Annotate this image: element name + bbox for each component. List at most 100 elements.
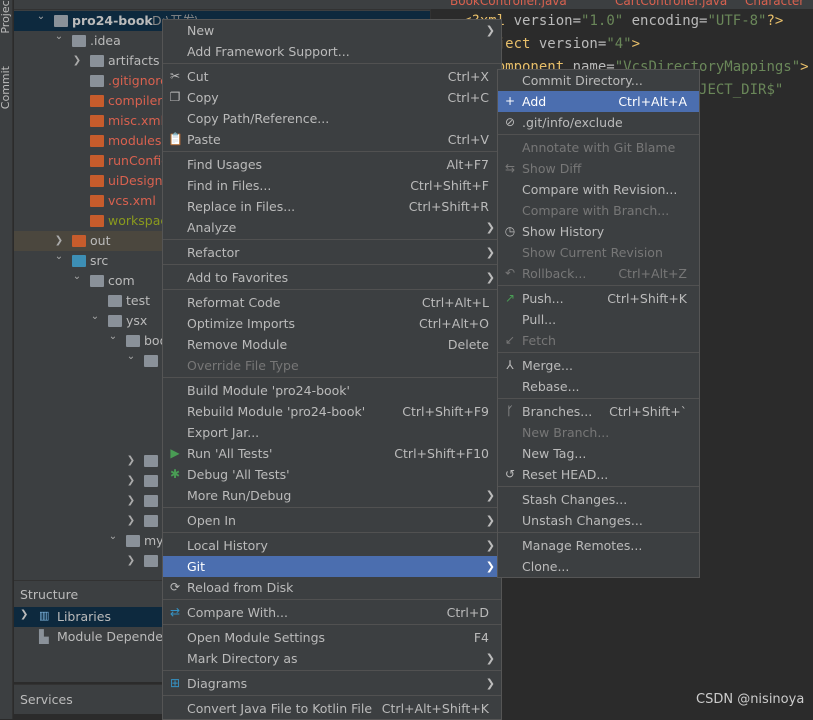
chevron-down-icon[interactable]: ⌄ bbox=[108, 527, 118, 547]
services-title[interactable]: Services bbox=[20, 692, 73, 707]
menu-item-label: Reload from Disk bbox=[187, 580, 294, 595]
menu-item-override-file-type[interactable]: Override File Type bbox=[163, 355, 501, 376]
menu-item-label: Rebuild Module 'pro24-book' bbox=[187, 404, 366, 419]
menu-item-label: Cut bbox=[187, 69, 209, 84]
menu-item-mark-directory-as[interactable]: Mark Directory as ❯ bbox=[163, 648, 501, 669]
menu-item-commit-directory[interactable]: Commit Directory... bbox=[498, 70, 699, 91]
menu-item-label: Run 'All Tests' bbox=[187, 446, 273, 461]
menu-item-convert-java-file-to-kotlin-file[interactable]: Convert Java File to Kotlin File Ctrl+Alt… bbox=[163, 698, 501, 719]
chevron-right-icon[interactable]: ❯ bbox=[72, 51, 82, 71]
menu-item-rebase[interactable]: Rebase... bbox=[498, 376, 699, 397]
menu-item-compare-with-revision[interactable]: Compare with Revision... bbox=[498, 179, 699, 200]
menu-item-clone[interactable]: Clone... bbox=[498, 556, 699, 577]
commit-tool-tab[interactable]: Commit bbox=[0, 66, 12, 109]
structure-item-label: Libraries bbox=[57, 609, 111, 624]
package-icon bbox=[126, 335, 140, 347]
tab-book-controller[interactable]: BookController.java bbox=[450, 0, 567, 8]
menu-item-open-in[interactable]: Open In ❯ bbox=[163, 510, 501, 531]
menu-item-merge[interactable]: ⅄ Merge... bbox=[498, 355, 699, 376]
menu-item-show-diff[interactable]: ⇆ Show Diff bbox=[498, 158, 699, 179]
menu-item-find-in-files[interactable]: Find in Files... Ctrl+Shift+F bbox=[163, 175, 501, 196]
menu-item-manage-remotes[interactable]: Manage Remotes... bbox=[498, 535, 699, 556]
chevron-right-icon[interactable]: ❯ bbox=[126, 451, 136, 471]
chevron-down-icon[interactable]: ⌄ bbox=[108, 327, 118, 347]
menu-item-reload-from-disk[interactable]: ⟳ Reload from Disk bbox=[163, 577, 501, 598]
tab-cart-controller[interactable]: CartController.java bbox=[615, 0, 727, 8]
chevron-down-icon[interactable]: ⌄ bbox=[126, 347, 136, 367]
tree-item-label: .gitignore bbox=[108, 73, 168, 88]
menu-item-build-module-pro24-book[interactable]: Build Module 'pro24-book' bbox=[163, 380, 501, 401]
menu-item-export-jar[interactable]: Export Jar... bbox=[163, 422, 501, 443]
menu-item-compare-with[interactable]: ⇄ Compare With... Ctrl+D bbox=[163, 602, 501, 623]
menu-item-new[interactable]: New ❯ bbox=[163, 20, 501, 41]
menu-item-stash-changes[interactable]: Stash Changes... bbox=[498, 489, 699, 510]
menu-item-more-run-debug[interactable]: More Run/Debug ❯ bbox=[163, 485, 501, 506]
menu-item-show-history[interactable]: ◷ Show History bbox=[498, 221, 699, 242]
chevron-down-icon[interactable]: ⌄ bbox=[72, 267, 82, 287]
menu-item-find-usages[interactable]: Find Usages Alt+F7 bbox=[163, 154, 501, 175]
menu-item-label: Analyze bbox=[187, 220, 237, 235]
menu-item-label: New Tag... bbox=[522, 446, 587, 461]
chevron-right-icon[interactable]: ❯ bbox=[126, 491, 136, 511]
chevron-right-icon[interactable]: ❯ bbox=[126, 511, 136, 531]
reset-icon: ↺ bbox=[504, 467, 516, 481]
menu-item-label: Copy Path/Reference... bbox=[187, 111, 330, 126]
chevron-down-icon[interactable]: ⌄ bbox=[54, 27, 64, 47]
menu-item-new-tag[interactable]: New Tag... bbox=[498, 443, 699, 464]
menu-item-paste[interactable]: 📋 Paste Ctrl+V bbox=[163, 129, 501, 150]
chevron-right-icon[interactable]: ❯ bbox=[126, 471, 136, 491]
menu-item-cut[interactable]: ✂ Cut Ctrl+X bbox=[163, 66, 501, 87]
menu-item-add-to-favorites[interactable]: Add to Favorites ❯ bbox=[163, 267, 501, 288]
menu-item-run-all-tests[interactable]: ▶ Run 'All Tests' Ctrl+Shift+F10 bbox=[163, 443, 501, 464]
menu-item-analyze[interactable]: Analyze ❯ bbox=[163, 217, 501, 238]
menu-item-shortcut: Ctrl+Shift+F9 bbox=[402, 404, 489, 419]
menu-item-branches[interactable]: ᚴ Branches... Ctrl+Shift+` bbox=[498, 401, 699, 422]
menu-item-refactor[interactable]: Refactor ❯ bbox=[163, 242, 501, 263]
menu-item-reset-head[interactable]: ↺ Reset HEAD... bbox=[498, 464, 699, 485]
code-line: <?xml version="1.0" encoding="UTF-8"?> bbox=[463, 10, 813, 33]
menu-item-open-module-settings[interactable]: Open Module Settings F4 bbox=[163, 627, 501, 648]
menu-item-git[interactable]: Git ❯ bbox=[163, 556, 501, 577]
menu-item-add-framework-support[interactable]: Add Framework Support... bbox=[163, 41, 501, 62]
tree-item-label: ysx bbox=[126, 313, 148, 328]
menu-item-copy-path-reference[interactable]: Copy Path/Reference... bbox=[163, 108, 501, 129]
menu-item-remove-module[interactable]: Remove Module Delete bbox=[163, 334, 501, 355]
menu-item-shortcut: Ctrl+X bbox=[447, 69, 489, 84]
menu-item-git-info-exclude[interactable]: ⊘ .git/info/exclude bbox=[498, 112, 699, 133]
chevron-right-icon[interactable]: ❯ bbox=[126, 551, 136, 571]
submenu-arrow-icon: ❯ bbox=[485, 246, 495, 259]
tab-character[interactable]: Character bbox=[745, 0, 804, 8]
menu-item-replace-in-files[interactable]: Replace in Files... Ctrl+Shift+R bbox=[163, 196, 501, 217]
menu-item-rollback[interactable]: ↶ Rollback... Ctrl+Alt+Z bbox=[498, 263, 699, 284]
menu-item-label: Open Module Settings bbox=[187, 630, 326, 645]
package-icon bbox=[144, 515, 158, 527]
menu-item-diagrams[interactable]: ⊞ Diagrams ❯ bbox=[163, 673, 501, 694]
push-arrow-icon: ↗ bbox=[504, 291, 516, 305]
code-token: = bbox=[572, 13, 582, 29]
menu-item-pull[interactable]: Pull... bbox=[498, 309, 699, 330]
menu-item-debug-all-tests[interactable]: ✱ Debug 'All Tests' bbox=[163, 464, 501, 485]
menu-item-copy[interactable]: ❐ Copy Ctrl+C bbox=[163, 87, 501, 108]
menu-item-reformat-code[interactable]: Reformat Code Ctrl+Alt+L bbox=[163, 292, 501, 313]
chevron-down-icon[interactable]: ⌄ bbox=[36, 7, 46, 27]
chevron-down-icon[interactable]: ⌄ bbox=[54, 247, 64, 267]
menu-item-add[interactable]: + Add Ctrl+Alt+A bbox=[498, 91, 699, 112]
menu-item-new-branch[interactable]: New Branch... bbox=[498, 422, 699, 443]
menu-item-label: Rebase... bbox=[522, 379, 580, 394]
menu-item-optimize-imports[interactable]: Optimize Imports Ctrl+Alt+O bbox=[163, 313, 501, 334]
menu-item-label: Stash Changes... bbox=[522, 492, 628, 507]
menu-item-local-history[interactable]: Local History ❯ bbox=[163, 535, 501, 556]
menu-item-push[interactable]: ↗ Push... Ctrl+Shift+K bbox=[498, 288, 699, 309]
menu-item-rebuild-module-pro24-book[interactable]: Rebuild Module 'pro24-book' Ctrl+Shift+F9 bbox=[163, 401, 501, 422]
menu-item-fetch[interactable]: ↙ Fetch bbox=[498, 330, 699, 351]
menu-item-annotate-with-git-blame[interactable]: Annotate with Git Blame bbox=[498, 137, 699, 158]
submenu-arrow-icon: ❯ bbox=[485, 514, 495, 527]
menu-item-label: Compare with Revision... bbox=[522, 182, 678, 197]
diagram-icon: ⊞ bbox=[169, 676, 181, 690]
menu-item-compare-with-branch[interactable]: Compare with Branch... bbox=[498, 200, 699, 221]
menu-item-unstash-changes[interactable]: Unstash Changes... bbox=[498, 510, 699, 531]
project-tool-tab[interactable]: Project bbox=[0, 0, 12, 34]
menu-item-show-current-revision[interactable]: Show Current Revision bbox=[498, 242, 699, 263]
src-folder-icon bbox=[72, 255, 86, 267]
chevron-down-icon[interactable]: ⌄ bbox=[90, 307, 100, 327]
